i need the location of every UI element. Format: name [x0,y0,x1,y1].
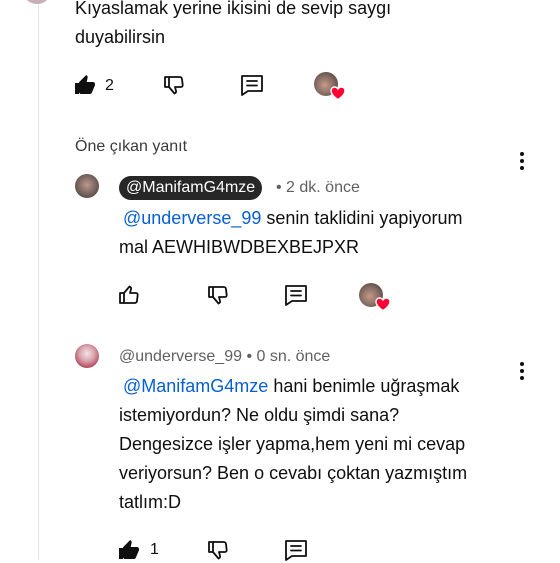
timestamp: • 0 sn. önce [246,348,331,365]
reply-text: @underverse_99 senin taklidini yapiyorum… [119,208,463,257]
author-handle-badge[interactable]: @ManifamG4mze [119,176,263,200]
more-vert-icon [520,362,524,366]
reply-text: @ManifamG4mze hani benimle uğraşmak iste… [119,376,468,512]
like-button[interactable] [116,537,142,563]
thumbs-up-icon [119,540,139,559]
creator-heart[interactable] [314,72,348,102]
featured-reply-label: Öne çıkan yanıt [75,138,188,155]
like-count: 2 [105,77,114,94]
avatar[interactable] [25,0,49,4]
thumbs-up-icon [119,285,139,304]
comment-text: Kıyaslamak yerine ikisini de sevip saygı… [75,0,392,47]
author-handle[interactable]: @underverse_99 • 0 sn. önce [119,348,330,366]
timestamp: • 2 dk. önce [276,179,360,196]
thumbs-down-icon [164,76,184,95]
thread-line [38,0,39,560]
thumbs-down-icon [208,541,228,560]
avatar[interactable] [75,344,99,368]
more-vert-icon [520,152,524,156]
dislike-button[interactable] [161,72,187,98]
creator-heart[interactable] [359,283,393,313]
reply-button[interactable] [282,282,310,308]
heart-icon [375,297,391,311]
dislike-button[interactable] [205,537,231,563]
thumbs-up-icon [75,75,95,94]
comment-icon [241,75,263,96]
mention-link[interactable]: @ManifamG4mze [123,376,268,396]
mention-link[interactable]: @underverse_99 [123,208,261,228]
like-button[interactable] [72,72,98,98]
heart-icon [330,86,346,100]
comment-icon [285,540,307,561]
reply-button[interactable] [238,72,266,98]
more-options-button[interactable] [519,152,525,170]
dislike-button[interactable] [205,282,231,308]
like-button[interactable] [116,282,142,308]
comment-icon [285,285,307,306]
like-count: 1 [150,541,159,558]
reply-button[interactable] [282,537,310,563]
avatar[interactable] [75,174,99,198]
thumbs-down-icon [208,286,228,305]
